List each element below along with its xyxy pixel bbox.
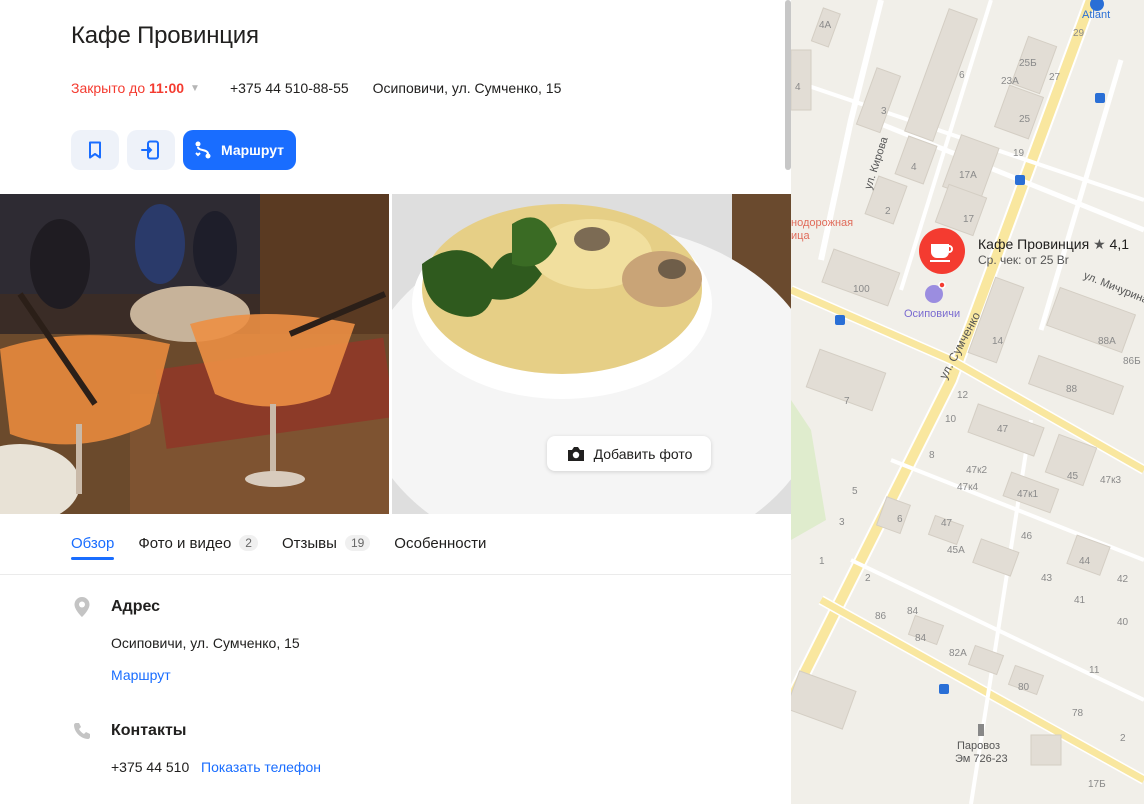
svg-text:6: 6 bbox=[959, 70, 965, 81]
svg-text:12: 12 bbox=[957, 390, 969, 401]
show-phone-link[interactable]: Показать телефон bbox=[201, 759, 321, 775]
pin-title[interactable]: Кафе Провинция ★ 4,1 bbox=[978, 236, 1129, 253]
address-line: Осиповичи, ул. Сумченко, 15 bbox=[372, 80, 562, 96]
svg-text:84: 84 bbox=[915, 633, 927, 644]
svg-text:41: 41 bbox=[1074, 595, 1086, 606]
svg-text:14: 14 bbox=[992, 336, 1004, 347]
address-heading: Адрес bbox=[111, 598, 161, 615]
svg-text:1: 1 bbox=[819, 556, 825, 567]
route-button[interactable]: Маршрут bbox=[183, 130, 297, 170]
photo-cocktails[interactable] bbox=[0, 194, 389, 514]
location-pin-icon bbox=[74, 597, 90, 617]
phone-icon bbox=[74, 723, 90, 739]
action-bar: Маршрут bbox=[71, 130, 297, 170]
svg-text:7: 7 bbox=[844, 396, 850, 407]
phone-partial: +375 44 510 bbox=[111, 759, 190, 775]
svg-text:47: 47 bbox=[941, 518, 953, 529]
svg-text:4: 4 bbox=[795, 82, 801, 93]
add-photo-button[interactable]: Добавить фото bbox=[547, 436, 711, 471]
chevron-down-icon[interactable]: ▼ bbox=[190, 83, 200, 94]
svg-text:47: 47 bbox=[997, 424, 1009, 435]
svg-text:82А: 82А bbox=[949, 648, 967, 659]
phone-number[interactable]: +375 44 510-88-55 bbox=[230, 80, 349, 96]
tab-reviews[interactable]: Отзывы 19 bbox=[282, 534, 371, 552]
svg-text:45: 45 bbox=[1067, 471, 1079, 482]
svg-text:86: 86 bbox=[875, 611, 887, 622]
svg-text:27: 27 bbox=[1049, 72, 1061, 83]
poi-label: нодорожная bbox=[791, 217, 853, 229]
svg-text:43: 43 bbox=[1041, 573, 1053, 584]
rating-value: 4,1 bbox=[1109, 236, 1129, 252]
svg-text:17: 17 bbox=[963, 214, 975, 225]
address-text: Осиповичи, ул. Сумченко, 15 bbox=[111, 635, 300, 651]
map-canvas: нодорожная ица ул. Кирова ул. Сумченко у… bbox=[791, 0, 1144, 804]
svg-text:11: 11 bbox=[1089, 665, 1100, 676]
pin-check: Ср. чек: от 25 Br bbox=[978, 253, 1069, 267]
svg-text:10: 10 bbox=[945, 414, 957, 425]
tab-divider bbox=[0, 574, 791, 575]
send-to-phone-button[interactable] bbox=[127, 130, 175, 170]
bookmark-icon bbox=[89, 141, 101, 159]
svg-text:25Б: 25Б bbox=[1019, 58, 1037, 69]
svg-text:5: 5 bbox=[852, 486, 858, 497]
phone-send-icon bbox=[141, 140, 159, 160]
svg-text:45А: 45А bbox=[947, 545, 965, 556]
place-meta: Закрыто до 11:00 ▼ +375 44 510-88-55 Оси… bbox=[71, 80, 561, 96]
tab-features[interactable]: Особенности bbox=[394, 534, 486, 552]
svg-text:2: 2 bbox=[1120, 733, 1126, 744]
camera-icon bbox=[567, 446, 584, 461]
svg-text:88А: 88А bbox=[1098, 336, 1116, 347]
tab-overview[interactable]: Обзор bbox=[71, 534, 115, 560]
svg-text:47к2: 47к2 bbox=[966, 465, 987, 476]
svg-text:25: 25 bbox=[1019, 114, 1031, 125]
svg-text:6: 6 bbox=[897, 514, 903, 525]
landmark-label: Осиповичи bbox=[904, 308, 960, 320]
monument-label-2: Эм 726-23 bbox=[955, 753, 1008, 765]
svg-text:8: 8 bbox=[929, 450, 935, 461]
svg-text:47к1: 47к1 bbox=[1017, 489, 1038, 500]
poi-label-2: ица bbox=[791, 230, 810, 242]
svg-text:2: 2 bbox=[885, 206, 891, 217]
svg-text:80: 80 bbox=[1018, 682, 1030, 693]
svg-text:4А: 4А bbox=[819, 20, 832, 31]
svg-text:88: 88 bbox=[1066, 384, 1078, 395]
contacts-heading: Контакты bbox=[111, 722, 187, 739]
tab-bar: Обзор Фото и видео 2 Отзывы 19 Особенности bbox=[71, 534, 486, 560]
route-icon bbox=[195, 141, 211, 159]
place-panel: Кафе Провинция Закрыто до 11:00 ▼ +375 4… bbox=[0, 0, 791, 804]
monument-label: Паровоз bbox=[957, 740, 1000, 752]
svg-text:86Б: 86Б bbox=[1123, 356, 1141, 367]
svg-text:2: 2 bbox=[865, 573, 871, 584]
svg-text:40: 40 bbox=[1117, 617, 1129, 628]
svg-text:44: 44 bbox=[1079, 556, 1091, 567]
monument-icon bbox=[978, 724, 984, 736]
svg-text:23А: 23А bbox=[1001, 76, 1019, 87]
tab-count: 19 bbox=[344, 535, 371, 551]
svg-text:47к3: 47к3 bbox=[1100, 475, 1121, 486]
svg-text:3: 3 bbox=[881, 106, 887, 117]
map-view[interactable]: нодорожная ица ул. Кирова ул. Сумченко у… bbox=[791, 0, 1144, 804]
svg-text:29: 29 bbox=[1073, 28, 1085, 39]
svg-text:3: 3 bbox=[839, 517, 845, 528]
page-title: Кафе Провинция bbox=[71, 22, 259, 49]
tab-photos[interactable]: Фото и видео 2 bbox=[138, 534, 258, 552]
svg-text:4: 4 bbox=[911, 162, 917, 173]
svg-text:17Б: 17Б bbox=[1088, 779, 1106, 790]
tab-count: 2 bbox=[239, 535, 258, 551]
svg-text:17А: 17А bbox=[959, 170, 977, 181]
svg-text:42: 42 bbox=[1117, 574, 1129, 585]
svg-text:47к4: 47к4 bbox=[957, 482, 978, 493]
brand-label: Atlant bbox=[1082, 9, 1110, 21]
status-badge[interactable]: Закрыто до 11:00 bbox=[71, 80, 184, 96]
svg-text:46: 46 bbox=[1021, 531, 1033, 542]
svg-text:100: 100 bbox=[853, 284, 870, 295]
svg-text:19: 19 bbox=[1013, 148, 1025, 159]
star-icon: ★ bbox=[1093, 236, 1106, 252]
route-link[interactable]: Маршрут bbox=[111, 667, 171, 683]
svg-text:78: 78 bbox=[1072, 708, 1084, 719]
svg-text:84: 84 bbox=[907, 606, 919, 617]
bookmark-button[interactable] bbox=[71, 130, 119, 170]
